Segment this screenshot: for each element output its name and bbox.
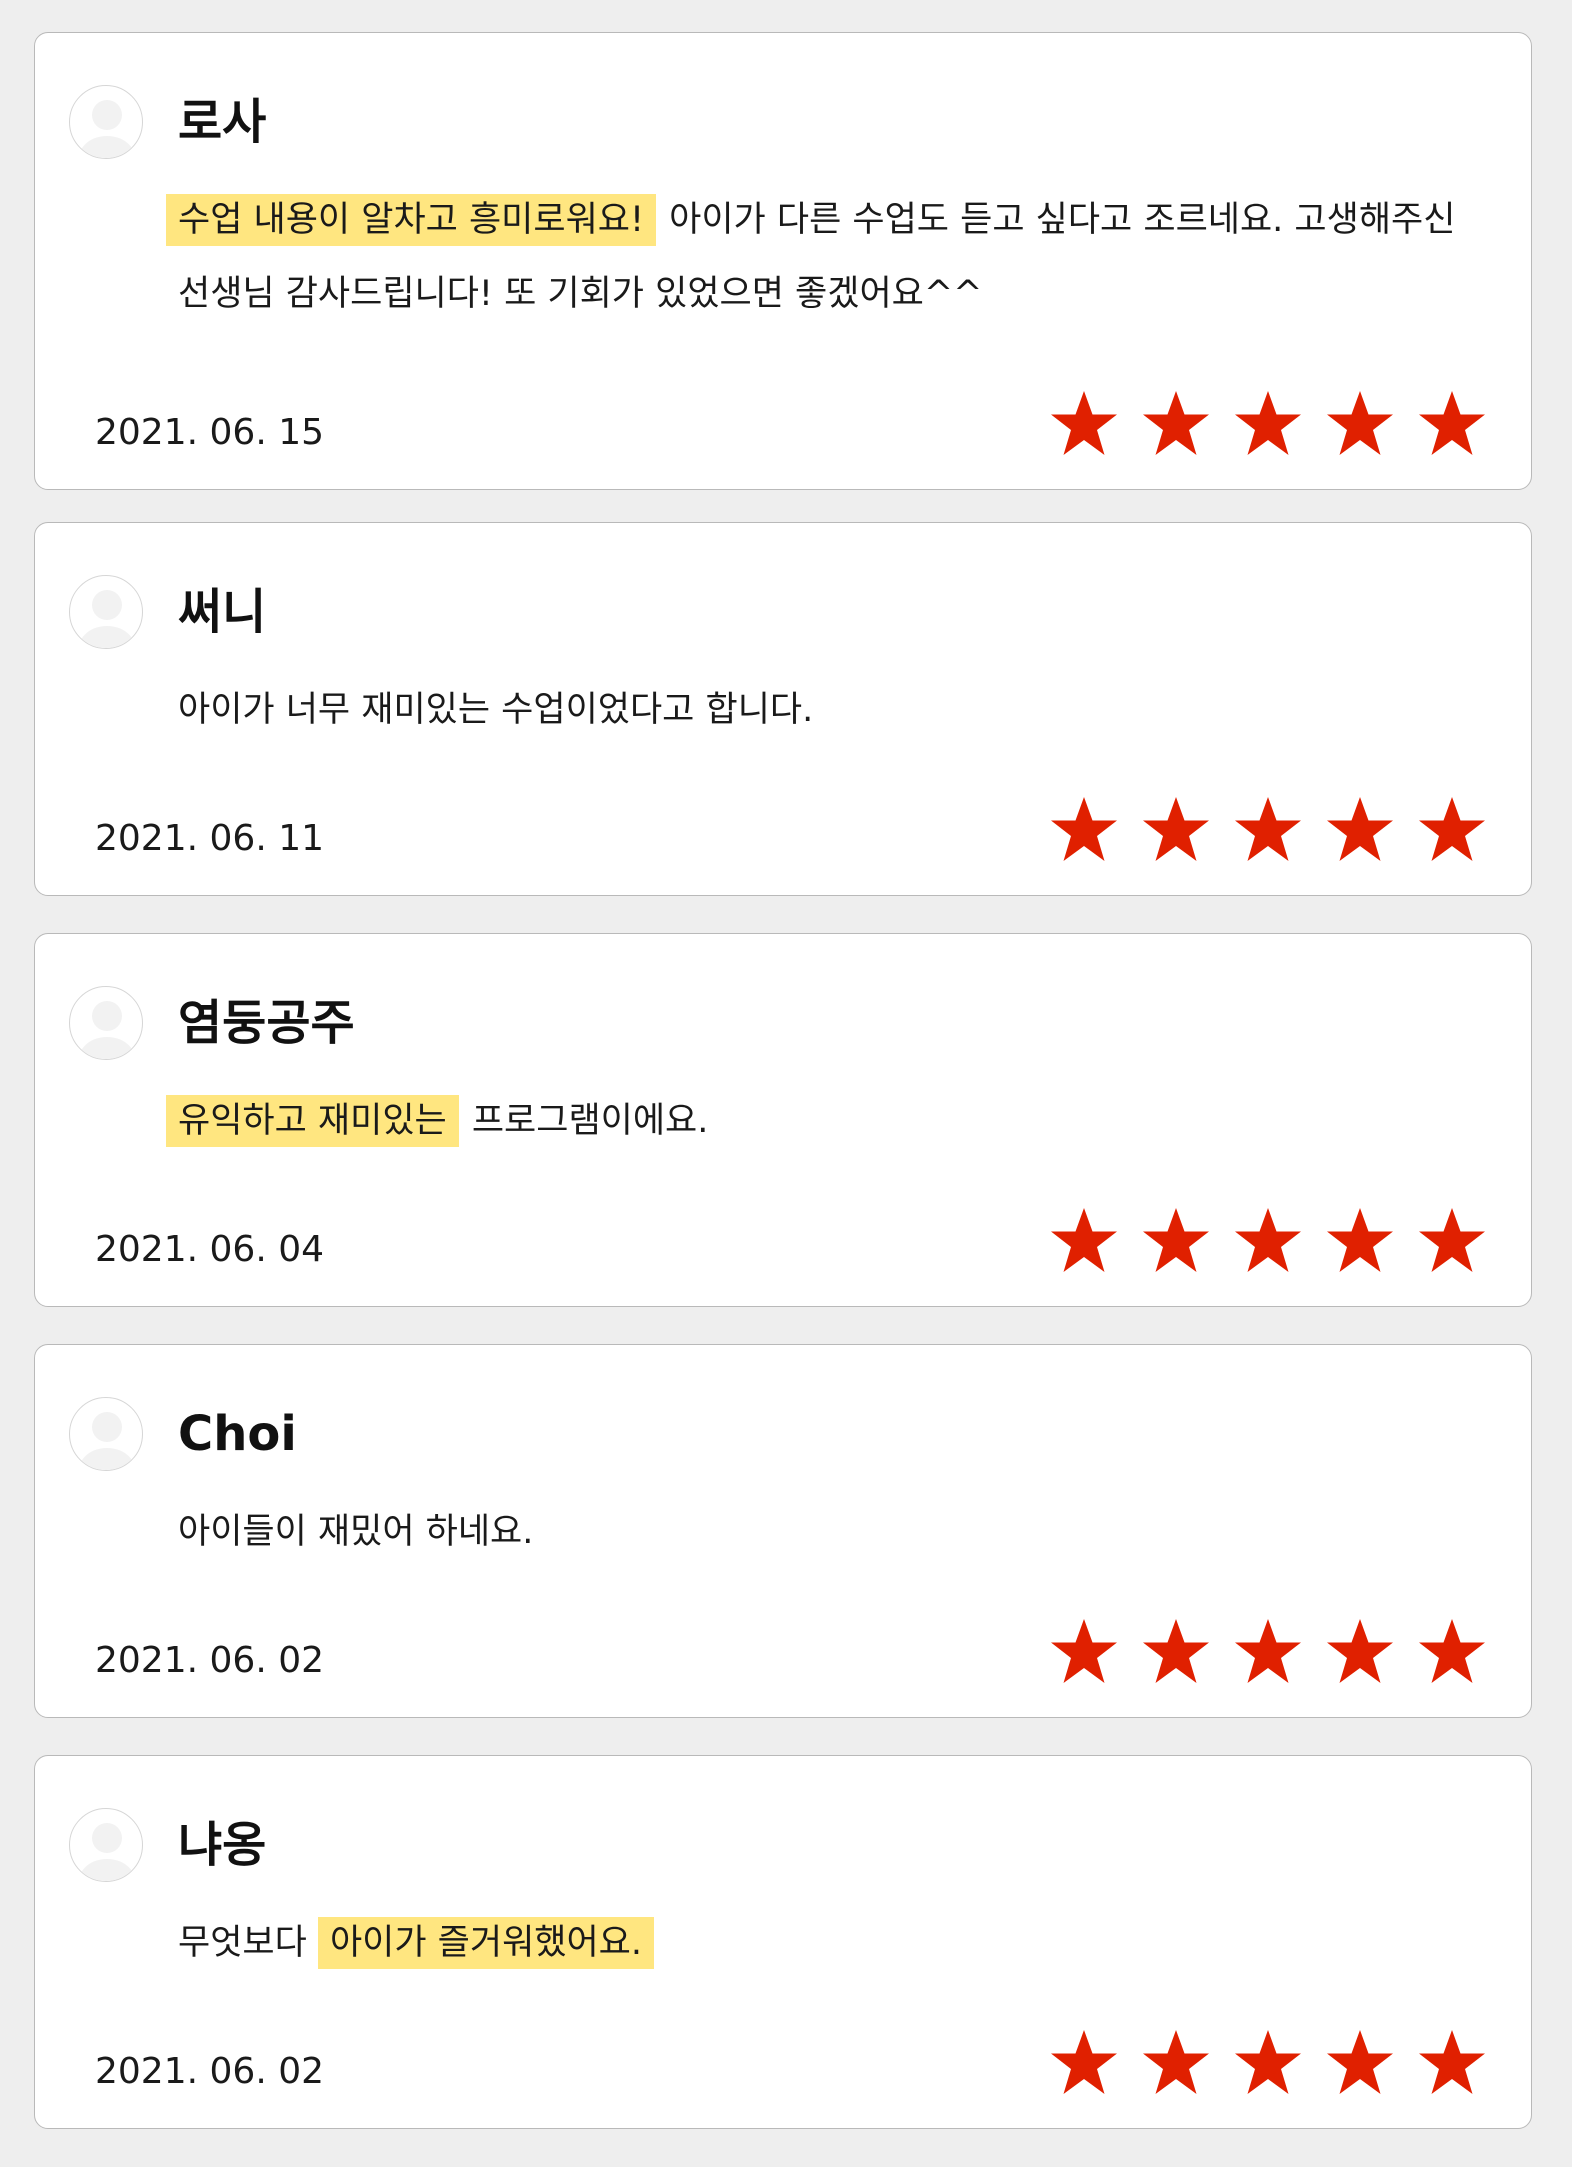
star-icon — [1049, 795, 1119, 865]
star-icon — [1417, 2028, 1487, 2098]
review-card: 로사 수업 내용이 알차고 흥미로워요! 아이가 다른 수업도 듣고 싶다고 조… — [34, 32, 1532, 490]
review-text: 무엇보다 아이가 즐거워했어요. — [178, 1906, 1471, 1980]
star-icon — [1233, 2028, 1303, 2098]
star-rating — [1049, 1617, 1487, 1687]
user-avatar-icon — [69, 1397, 143, 1471]
star-icon — [1417, 1206, 1487, 1276]
star-rating — [1049, 389, 1487, 459]
star-icon — [1233, 389, 1303, 459]
review-text-highlight: 아이가 즐거워했어요. — [317, 1917, 654, 1969]
review-author: 써니 — [178, 584, 267, 640]
star-icon — [1141, 1206, 1211, 1276]
star-icon — [1417, 795, 1487, 865]
review-text: 수업 내용이 알차고 흥미로워요! 아이가 다른 수업도 듣고 싶다고 조르네요… — [166, 183, 1471, 331]
user-avatar-icon — [69, 986, 143, 1060]
star-icon — [1141, 795, 1211, 865]
review-card: 냐옹 무엇보다 아이가 즐거워했어요. 2021. 06. 02 — [34, 1755, 1532, 2129]
star-rating — [1049, 1206, 1487, 1276]
star-icon — [1325, 2028, 1395, 2098]
star-rating — [1049, 795, 1487, 865]
star-icon — [1141, 1617, 1211, 1687]
star-icon — [1325, 389, 1395, 459]
review-author: Choi — [178, 1406, 297, 1462]
review-author: 냐옹 — [178, 1817, 267, 1873]
star-icon — [1049, 2028, 1119, 2098]
star-icon — [1325, 1617, 1395, 1687]
review-date: 2021. 06. 11 — [95, 818, 325, 859]
star-icon — [1233, 1206, 1303, 1276]
review-card: 염둥공주 유익하고 재미있는 프로그램이에요. 2021. 06. 04 — [34, 933, 1532, 1307]
star-icon — [1233, 1617, 1303, 1687]
review-text: 유익하고 재미있는 프로그램이에요. — [166, 1084, 1471, 1158]
star-icon — [1141, 389, 1211, 459]
review-text-rest: 프로그램이에요. — [460, 1101, 709, 1141]
star-icon — [1325, 795, 1395, 865]
user-avatar-icon — [69, 575, 143, 649]
star-icon — [1049, 1206, 1119, 1276]
review-text: 아이들이 재밌어 하네요. — [178, 1512, 534, 1552]
star-icon — [1325, 1206, 1395, 1276]
star-icon — [1417, 1617, 1487, 1687]
review-text: 아이가 너무 재미있는 수업이었다고 합니다. — [178, 690, 814, 730]
review-date: 2021. 06. 15 — [95, 412, 325, 453]
star-rating — [1049, 2028, 1487, 2098]
star-icon — [1049, 389, 1119, 459]
user-avatar-icon — [69, 85, 143, 159]
review-date: 2021. 06. 04 — [95, 1229, 325, 1270]
star-icon — [1049, 1617, 1119, 1687]
review-date: 2021. 06. 02 — [95, 2051, 325, 2092]
star-icon — [1141, 2028, 1211, 2098]
star-icon — [1233, 795, 1303, 865]
review-text-highlight: 유익하고 재미있는 — [166, 1095, 459, 1147]
review-card: 써니 아이가 너무 재미있는 수업이었다고 합니다. 2021. 06. 11 — [34, 522, 1532, 896]
review-text-highlight: 수업 내용이 알차고 흥미로워요! — [166, 194, 657, 246]
review-date: 2021. 06. 02 — [95, 1640, 325, 1681]
user-avatar-icon — [69, 1808, 143, 1882]
review-card: Choi 아이들이 재밌어 하네요. 2021. 06. 02 — [34, 1344, 1532, 1718]
review-author: 염둥공주 — [178, 995, 355, 1051]
review-author: 로사 — [178, 94, 267, 150]
star-icon — [1417, 389, 1487, 459]
review-text-before: 무엇보다 — [178, 1923, 318, 1963]
